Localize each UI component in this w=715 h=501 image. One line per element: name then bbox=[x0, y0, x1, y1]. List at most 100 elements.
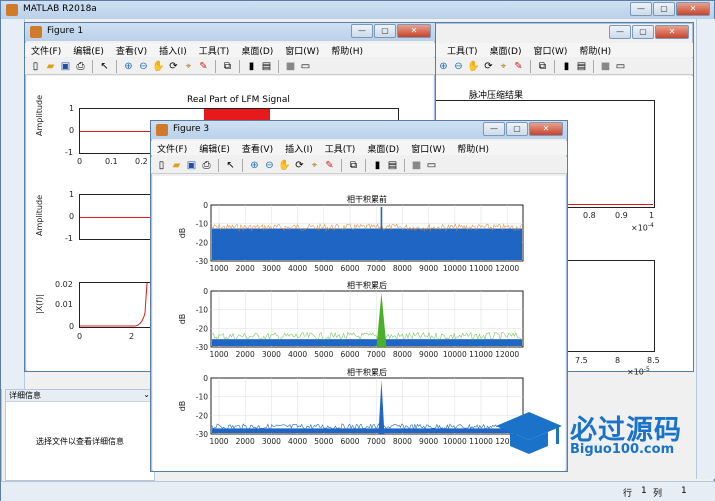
fig3-link-icon[interactable]: ⧉ bbox=[347, 159, 360, 172]
minimize-button[interactable]: — bbox=[630, 2, 652, 16]
fig3-menu-3[interactable]: 插入(I) bbox=[279, 141, 319, 155]
fig2-hide-icon[interactable]: ■ bbox=[599, 60, 612, 73]
fig1-legend-icon[interactable]: ▤ bbox=[260, 60, 273, 73]
fig1-menu-3[interactable]: 插入(I) bbox=[153, 43, 193, 57]
fig2-menu-3[interactable]: 帮助(H) bbox=[573, 43, 617, 57]
fig3-plot-1-xtick-9: 10000 bbox=[443, 350, 467, 359]
fig2-brush-icon[interactable]: ✎ bbox=[512, 60, 525, 73]
fig2-dock-icon[interactable]: ▭ bbox=[614, 60, 627, 73]
fig1-datacursor-icon[interactable]: ⌖ bbox=[182, 60, 195, 73]
fig3-pan-icon[interactable]: ✋ bbox=[278, 159, 291, 172]
fig1-ylabel-amplitude: Amplitude bbox=[35, 95, 44, 136]
fig3-minimize-button[interactable]: — bbox=[483, 122, 505, 136]
fig1-dock-icon[interactable]: ▭ bbox=[299, 60, 312, 73]
fig1-rotate-icon[interactable]: ⟳ bbox=[167, 60, 180, 73]
fig3-open-icon[interactable]: ▰ bbox=[170, 159, 183, 172]
detail-text: 选择文件以查看详细信息 bbox=[36, 437, 124, 446]
fig1-menu-2[interactable]: 查看(V) bbox=[110, 43, 153, 57]
fig2-rotate-icon[interactable]: ⟳ bbox=[482, 60, 495, 73]
fig3-menu-7[interactable]: 帮助(H) bbox=[451, 141, 495, 155]
fig3-plot-1-xtick-7: 8000 bbox=[393, 350, 412, 359]
fig3-menu-2[interactable]: 查看(V) bbox=[236, 141, 279, 155]
maximize-button[interactable]: ▢ bbox=[653, 2, 675, 16]
fig3-zoom-out-icon[interactable]: ⊖ bbox=[263, 159, 276, 172]
fig2-menu-2[interactable]: 窗口(W) bbox=[527, 43, 573, 57]
fig1-pan-icon[interactable]: ✋ bbox=[152, 60, 165, 73]
fig1-menu-4[interactable]: 工具(T) bbox=[193, 43, 236, 57]
fig3-plot-2-xtick-6: 7000 bbox=[367, 437, 386, 446]
fig3-menu-0[interactable]: 文件(F) bbox=[151, 141, 193, 155]
fig1-maximize-button[interactable]: ▢ bbox=[374, 24, 396, 38]
fig2-legend-icon[interactable]: ▤ bbox=[575, 60, 588, 73]
fig3-new-icon[interactable]: ▯ bbox=[155, 159, 168, 172]
fig3-dock-icon[interactable]: ▭ bbox=[425, 159, 438, 172]
fig2-xtick-2: 0.9 bbox=[615, 211, 628, 220]
fig3-plot-0-noise bbox=[212, 228, 522, 260]
fig2-link-icon[interactable]: ⧉ bbox=[536, 60, 549, 73]
fig1-link-icon[interactable]: ⧉ bbox=[221, 60, 234, 73]
detail-collapse-icon[interactable]: ⌄ bbox=[143, 390, 150, 399]
fig1-pointer-icon[interactable]: ↖ bbox=[98, 60, 111, 73]
fig3-colorbar-icon[interactable]: ▮ bbox=[371, 159, 384, 172]
fig3-save-icon[interactable]: ▣ bbox=[185, 159, 198, 172]
fig1-titlebar[interactable]: Figure 1 — ▢ ✕ bbox=[25, 23, 435, 41]
fig1-menu-6[interactable]: 窗口(W) bbox=[279, 43, 325, 57]
fig1-ylabel-amplitude-2: Amplitude bbox=[35, 195, 44, 236]
fig3-plot-1-xtick-4: 5000 bbox=[314, 350, 333, 359]
fig3-plot-2-ytick-0: 0 bbox=[203, 374, 208, 383]
fig1-hide-icon[interactable]: ■ bbox=[284, 60, 297, 73]
fig2-close-button[interactable]: ✕ bbox=[655, 25, 689, 39]
fig3-plot-2-xtick-3: 4000 bbox=[288, 437, 307, 446]
fig3-plot-0-ytick-0: 0 bbox=[203, 201, 208, 210]
fig1-open-icon[interactable]: ▰ bbox=[44, 60, 57, 73]
fig2-xtick-1: 0.8 bbox=[583, 211, 596, 220]
fig3-datacursor-icon[interactable]: ⌖ bbox=[308, 159, 321, 172]
fig3-hide-icon[interactable]: ■ bbox=[410, 159, 423, 172]
fig3-legend-icon[interactable]: ▤ bbox=[386, 159, 399, 172]
fig1-zoom-in-icon[interactable]: ⊕ bbox=[122, 60, 135, 73]
fig3-menu-4[interactable]: 工具(T) bbox=[319, 141, 362, 155]
fig1-brush-icon[interactable]: ✎ bbox=[197, 60, 210, 73]
fig3-pointer-icon[interactable]: ↖ bbox=[224, 159, 237, 172]
fig2-minimize-button[interactable]: — bbox=[609, 25, 631, 39]
fig3-maximize-button[interactable]: ▢ bbox=[506, 122, 528, 136]
fig1-minimize-button[interactable]: — bbox=[351, 24, 373, 38]
fig1-menu-5[interactable]: 桌面(D) bbox=[235, 43, 279, 57]
fig1-save-icon[interactable]: ▣ bbox=[59, 60, 72, 73]
fig3-rotate-icon[interactable]: ⟳ bbox=[293, 159, 306, 172]
fig3-icon bbox=[156, 124, 168, 136]
fig3-brush-icon[interactable]: ✎ bbox=[323, 159, 336, 172]
fig1-xtick-c2: 2 bbox=[129, 332, 135, 341]
fig2-pan-icon[interactable]: ✋ bbox=[467, 60, 480, 73]
fig3-menu-1[interactable]: 编辑(E) bbox=[193, 141, 236, 155]
fig3-plot-1-xtick-10: 11000 bbox=[469, 350, 493, 359]
fig3-titlebar[interactable]: Figure 3 — ▢ ✕ bbox=[151, 121, 567, 139]
fig1-menu-7[interactable]: 帮助(H) bbox=[325, 43, 369, 57]
fig2-datacursor-icon[interactable]: ⌖ bbox=[497, 60, 510, 73]
fig1-new-icon[interactable]: ▯ bbox=[29, 60, 42, 73]
fig1-zoom-out-icon[interactable]: ⊖ bbox=[137, 60, 150, 73]
fig3-menu-5[interactable]: 桌面(D) bbox=[361, 141, 405, 155]
fig2-colorbar-icon[interactable]: ▮ bbox=[560, 60, 573, 73]
fig2-maximize-button[interactable]: ▢ bbox=[632, 25, 654, 39]
fig1-close-button[interactable]: ✕ bbox=[397, 24, 431, 38]
fig1-menu-1[interactable]: 编辑(E) bbox=[67, 43, 110, 57]
fig1-colorbar-icon[interactable]: ▮ bbox=[245, 60, 258, 73]
fig1-print-icon[interactable]: ⎙ bbox=[74, 60, 87, 73]
fig3-zoom-in-icon[interactable]: ⊕ bbox=[248, 159, 261, 172]
fig3-plot-2-ylabel: dB bbox=[178, 401, 187, 412]
fig2-menu-bar: 工具(T) 桌面(D) 窗口(W) 帮助(H) bbox=[433, 43, 693, 57]
fig2-menu-0[interactable]: 工具(T) bbox=[441, 43, 484, 57]
fig3-menu-6[interactable]: 窗口(W) bbox=[405, 141, 451, 155]
close-button[interactable]: ✕ bbox=[676, 2, 710, 16]
fig1-menu-0[interactable]: 文件(F) bbox=[25, 43, 67, 57]
fig1-ytick-b3: -1 bbox=[65, 234, 73, 243]
fig2-zoom-out-icon[interactable]: ⊖ bbox=[452, 60, 465, 73]
fig3-plot-0-xtick-7: 8000 bbox=[393, 264, 412, 273]
fig2-menu-1[interactable]: 桌面(D) bbox=[484, 43, 528, 57]
fig3-plot-1-xtick-1: 2000 bbox=[236, 350, 255, 359]
matlab-titlebar[interactable]: MATLAB R2018a — ▢ ✕ bbox=[1, 1, 714, 19]
fig2-zoom-in-icon[interactable]: ⊕ bbox=[437, 60, 450, 73]
fig3-close-button[interactable]: ✕ bbox=[529, 122, 563, 136]
fig3-print-icon[interactable]: ⎙ bbox=[200, 159, 213, 172]
